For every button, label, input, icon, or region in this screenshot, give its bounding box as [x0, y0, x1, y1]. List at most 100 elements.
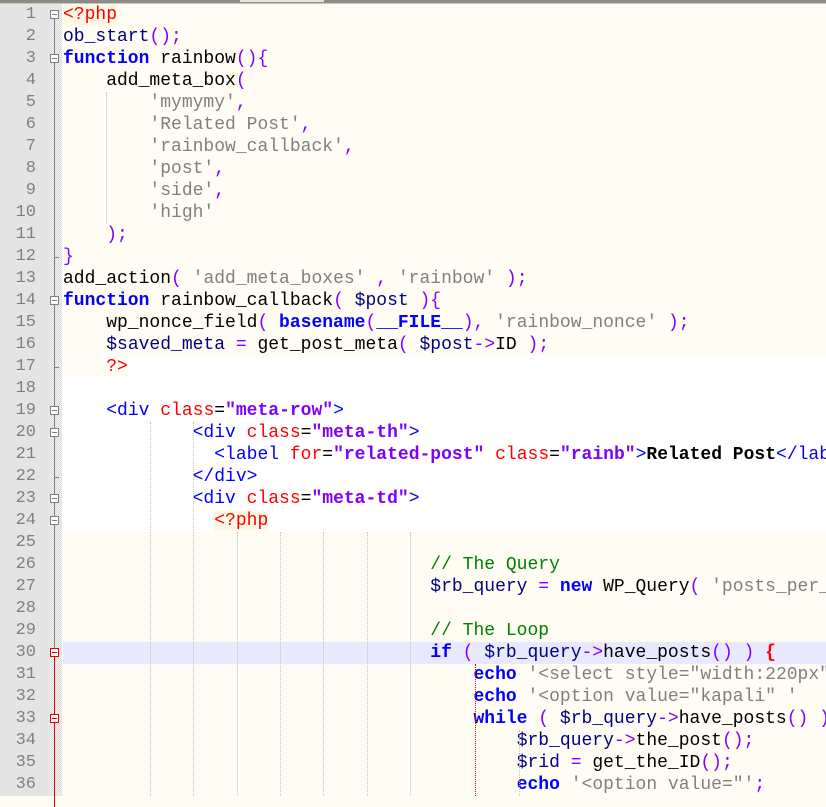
code-token: ); [517, 335, 549, 355]
code-token: = [225, 335, 257, 355]
fold-toggle-icon[interactable] [50, 494, 59, 503]
code-token: -> [657, 709, 679, 729]
code-line[interactable] [63, 378, 826, 400]
fold-toggle-icon[interactable] [50, 648, 59, 657]
line-number: 18 [0, 378, 36, 400]
code-token: -> [474, 335, 496, 355]
code-token: = [301, 423, 312, 443]
code-token: , [301, 115, 312, 135]
line-number: 1 [0, 4, 36, 26]
code-token: ( [527, 709, 559, 729]
code-line[interactable] [63, 598, 826, 620]
code-line[interactable]: <?php [63, 510, 826, 532]
code-line[interactable]: 'high' [63, 202, 826, 224]
code-token [63, 665, 473, 685]
code-token [63, 225, 106, 245]
code-token: "related-post" [333, 445, 484, 465]
code-token: (); [722, 731, 754, 751]
line-number: 27 [0, 576, 36, 598]
code-line[interactable] [63, 532, 826, 554]
line-number: 10 [0, 202, 36, 224]
code-line[interactable]: 'rainbow_callback', [63, 136, 826, 158]
code-token: "meta-th" [311, 423, 408, 443]
code-line[interactable]: echo '<option value="kapali" ' [63, 686, 826, 708]
code-token [63, 401, 106, 421]
line-number: 17 [0, 356, 36, 378]
code-token: 'rainbow' [398, 269, 495, 289]
code-token: </div> [193, 467, 258, 487]
code-line[interactable]: <div class="meta-td"> [63, 488, 826, 510]
fold-end-marker [54, 367, 59, 368]
code-line[interactable]: <div class="meta-row"> [63, 400, 826, 422]
code-line[interactable]: ); [63, 224, 826, 246]
code-token: $rb_query [560, 709, 657, 729]
line-number: 23 [0, 488, 36, 510]
code-line[interactable]: add_action( 'add_meta_boxes' , 'rainbow'… [63, 268, 826, 290]
code-token [63, 467, 193, 487]
line-number: 32 [0, 686, 36, 708]
code-line[interactable]: $rb_query = new WP_Query( 'posts_per_pag… [63, 576, 826, 598]
code-line[interactable]: $rid = get_the_ID(); [63, 752, 826, 774]
line-number: 36 [0, 774, 36, 796]
code-token: ( [257, 313, 279, 333]
line-number: 11 [0, 224, 36, 246]
code-token: for [290, 445, 322, 465]
code-line[interactable]: echo '<select style="width:220px"' [63, 664, 826, 686]
fold-toggle-icon[interactable] [50, 10, 59, 19]
code-line[interactable]: ?> [63, 356, 826, 378]
code-token [484, 445, 495, 465]
code-token: -> [614, 731, 636, 751]
code-token: = [214, 401, 225, 421]
code-line[interactable]: } [63, 246, 826, 268]
code-token: $rid [517, 753, 560, 773]
code-line[interactable]: <div class="meta-th"> [63, 422, 826, 444]
code-line[interactable]: $rb_query->the_post(); [63, 730, 826, 752]
code-token: wp_nonce_field [63, 313, 257, 333]
code-token: have_posts [679, 709, 787, 729]
code-line[interactable]: wp_nonce_field( basename(__FILE__), 'rai… [63, 312, 826, 334]
code-line[interactable]: while ( $rb_query->have_posts() ) [63, 708, 826, 730]
code-line[interactable]: <label for="related-post" class="rainb">… [63, 444, 826, 466]
fold-toggle-icon[interactable] [50, 428, 59, 437]
fold-toggle-icon[interactable] [50, 54, 59, 63]
code-line[interactable]: add_meta_box( [63, 70, 826, 92]
code-line[interactable]: 'mymymy', [63, 92, 826, 114]
line-number: 29 [0, 620, 36, 642]
code-line[interactable]: // The Loop [63, 620, 826, 642]
code-line[interactable]: function rainbow_callback( $post ){ [63, 290, 826, 312]
code-token: , [214, 159, 225, 179]
fold-toggle-icon[interactable] [50, 714, 59, 723]
code-token: ( [333, 291, 355, 311]
code-line[interactable]: function rainbow(){ [63, 48, 826, 70]
code-token: } [63, 247, 74, 267]
line-number: 30 [0, 642, 36, 664]
code-editor[interactable]: <?phpob_start();function rainbow(){ add_… [0, 4, 826, 796]
code-token: ( [171, 269, 193, 289]
code-token: rainbow_callback [149, 291, 333, 311]
current-code-line[interactable]: if ( $rb_query->have_posts() ) { [63, 642, 826, 664]
line-number: 13 [0, 268, 36, 290]
fold-toggle-icon[interactable] [50, 406, 59, 415]
fold-toggle-icon[interactable] [50, 296, 59, 305]
code-token: echo [517, 775, 560, 795]
code-line[interactable]: 'post', [63, 158, 826, 180]
code-line[interactable]: <?php [63, 4, 826, 26]
code-line[interactable]: </div> [63, 466, 826, 488]
code-line[interactable]: 'side', [63, 180, 826, 202]
line-number: 2 [0, 26, 36, 48]
code-line[interactable]: ob_start(); [63, 26, 826, 48]
code-token: 'high' [149, 203, 214, 223]
code-token: ; [754, 775, 765, 795]
active-tab-edge[interactable] [240, 0, 324, 2]
line-number: 3 [0, 48, 36, 70]
fold-toggle-icon[interactable] [50, 516, 59, 525]
code-token: ), [463, 313, 495, 333]
code-line[interactable]: echo '<option value="'; [63, 774, 826, 796]
code-area[interactable]: <?phpob_start();function rainbow(){ add_… [63, 4, 826, 796]
code-line[interactable]: 'Related Post', [63, 114, 826, 136]
code-line[interactable]: // The Query [63, 554, 826, 576]
code-line[interactable]: $saved_meta = get_post_meta( $post->ID )… [63, 334, 826, 356]
code-token: $saved_meta [106, 335, 225, 355]
line-number: 8 [0, 158, 36, 180]
code-token: $rb_query [484, 643, 581, 663]
